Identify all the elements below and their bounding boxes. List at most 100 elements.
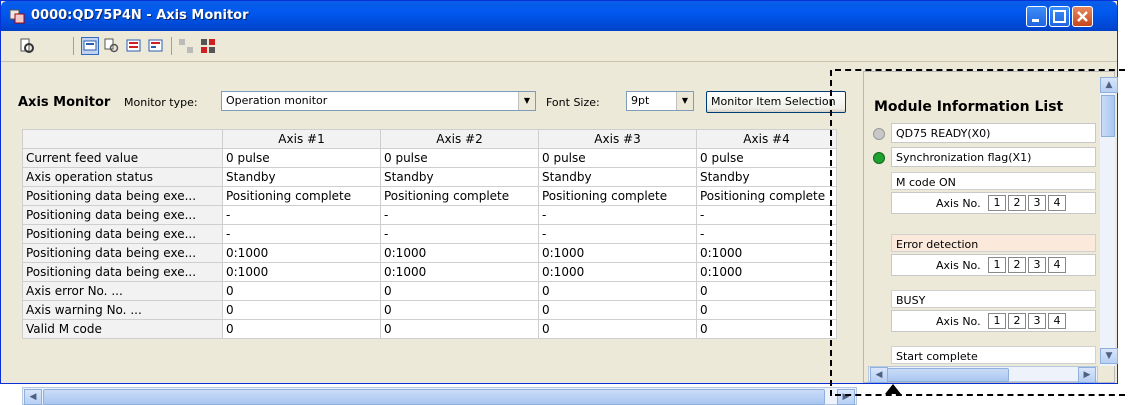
callout-arrow-icon bbox=[885, 384, 901, 394]
maximize-icon bbox=[1053, 10, 1066, 23]
side-vertical-scrollbar[interactable]: ▲ ▼ bbox=[1100, 77, 1118, 366]
row-header-cell: Positioning data being exe... bbox=[22, 224, 223, 244]
table-cell: 0 pulse bbox=[538, 148, 697, 168]
table-cell: 0 bbox=[380, 319, 539, 339]
table-row[interactable]: Current feed value 0 pulse 0 pulse 0 pulse 0… bbox=[22, 148, 837, 168]
mcode-axis-indicator: Axis No. 1 2 3 4 bbox=[891, 192, 1096, 214]
chevron-down-icon: ▼ bbox=[518, 92, 535, 110]
axis-monitor-table: Axis #1 Axis #2 Axis #3 Axis #4 Current … bbox=[22, 129, 837, 339]
table-cell: Standby bbox=[696, 167, 837, 187]
scroll-right-icon[interactable]: ▶ bbox=[1078, 367, 1096, 383]
error-axis-indicator: Axis No. 1 2 3 4 bbox=[891, 254, 1096, 276]
side-horizontal-scrollbar[interactable]: ◀ ▶ bbox=[868, 366, 1098, 383]
table-cell: - bbox=[538, 224, 697, 244]
callout-dash-top bbox=[835, 69, 1125, 71]
axis-cell: 2 bbox=[1008, 257, 1026, 273]
chevron-down-icon: ▼ bbox=[676, 92, 693, 110]
table-cell: Standby bbox=[222, 167, 381, 187]
font-size-label: Font Size: bbox=[546, 96, 600, 109]
axis-cell: 1 bbox=[988, 257, 1006, 273]
app-icon bbox=[9, 9, 25, 24]
side-scroll-thumb[interactable] bbox=[1101, 95, 1115, 137]
table-row[interactable]: Positioning data being exe... - - - - bbox=[22, 224, 837, 244]
table-cell: 0 bbox=[380, 281, 539, 301]
table-row[interactable]: Positioning data being exe... 0:1000 0:100… bbox=[22, 243, 837, 263]
toolbar bbox=[1, 31, 1117, 62]
row-header-cell: Valid M code bbox=[22, 319, 223, 339]
table-cell: 0 bbox=[380, 300, 539, 320]
scroll-down-icon[interactable]: ▼ bbox=[1100, 348, 1118, 364]
table-row[interactable]: Positioning data being exe... 0:1000 0:100… bbox=[22, 262, 837, 282]
table-cell: Positioning complete bbox=[222, 186, 381, 206]
axis-no-label: Axis No. bbox=[936, 315, 981, 328]
monitor-type-value: Operation monitor bbox=[226, 94, 328, 107]
scroll-right-icon[interactable]: ▶ bbox=[837, 389, 855, 405]
row-header-cell: Positioning data being exe... bbox=[22, 205, 223, 225]
minimize-icon bbox=[1032, 19, 1039, 22]
grid-alarm-icon[interactable] bbox=[199, 37, 217, 55]
table-row[interactable]: Axis warning No. ... 0 0 0 0 bbox=[22, 300, 837, 320]
table-cell: 0:1000 bbox=[696, 243, 837, 263]
table-cell: 0 bbox=[222, 300, 381, 320]
axis-no-label: Axis No. bbox=[936, 259, 981, 272]
close-button[interactable] bbox=[1072, 6, 1093, 27]
start-complete-label: Start complete bbox=[891, 346, 1096, 364]
error-list-icon[interactable] bbox=[125, 37, 143, 55]
table-cell: - bbox=[538, 205, 697, 225]
callout-dash-left bbox=[830, 70, 832, 396]
side-h-scroll-thumb[interactable] bbox=[887, 368, 1009, 382]
table-row[interactable]: Positioning data being exe... - - - - bbox=[22, 205, 837, 225]
table-cell: 0:1000 bbox=[222, 262, 381, 282]
table-cell: 0:1000 bbox=[696, 262, 837, 282]
table-cell: - bbox=[696, 224, 837, 244]
monitor-item-selection-button[interactable]: Monitor Item Selection bbox=[706, 91, 846, 113]
history-list-icon[interactable] bbox=[147, 37, 165, 55]
table-cell: 0 bbox=[696, 300, 837, 320]
table-row[interactable]: Valid M code 0 0 0 0 bbox=[22, 319, 837, 339]
table-cell: 0 bbox=[222, 319, 381, 339]
table-cell: 0 bbox=[222, 281, 381, 301]
table-cell: Positioning complete bbox=[380, 186, 539, 206]
table-cell: Positioning complete bbox=[538, 186, 697, 206]
monitor-view-icon bbox=[83, 40, 97, 51]
axis-cell: 1 bbox=[988, 195, 1006, 211]
table-row[interactable]: Axis error No. ... 0 0 0 0 bbox=[22, 281, 837, 301]
table-cell: 0:1000 bbox=[538, 262, 697, 282]
axis-cell: 3 bbox=[1028, 195, 1046, 211]
column-header: Axis #4 bbox=[696, 129, 837, 149]
axis-cell: 3 bbox=[1028, 257, 1046, 273]
table-cell: 0 pulse bbox=[696, 148, 837, 168]
table-cell: - bbox=[222, 205, 381, 225]
axis-cell: 4 bbox=[1048, 257, 1066, 273]
maximize-button[interactable] bbox=[1049, 6, 1070, 27]
font-size-select[interactable]: 9pt ▼ bbox=[626, 91, 694, 111]
table-row[interactable]: Axis operation status Standby Standby Stand… bbox=[22, 167, 837, 187]
axis-cell: 4 bbox=[1048, 195, 1066, 211]
ready-status-field: QD75 READY(X0) bbox=[891, 123, 1096, 143]
search-detail-icon[interactable] bbox=[103, 37, 121, 55]
mcode-on-label: M code ON bbox=[891, 172, 1096, 190]
table-cell: 0 bbox=[696, 281, 837, 301]
table-cell: 0:1000 bbox=[538, 243, 697, 263]
row-header-cell: Axis operation status bbox=[22, 167, 223, 187]
axis-cell: 4 bbox=[1048, 313, 1066, 329]
axis-cell: 1 bbox=[988, 313, 1006, 329]
scroll-up-icon[interactable]: ▲ bbox=[1100, 77, 1118, 93]
find-icon[interactable] bbox=[18, 37, 36, 55]
column-header bbox=[22, 129, 223, 149]
row-header-cell: Positioning data being exe... bbox=[22, 262, 223, 282]
horizontal-scrollbar[interactable]: ◀ ▶ bbox=[22, 387, 857, 405]
monitor-view-tool[interactable] bbox=[81, 37, 99, 55]
module-info-title: Module Information List bbox=[874, 99, 1064, 115]
monitor-type-select[interactable]: Operation monitor ▼ bbox=[221, 91, 536, 111]
row-header-cell: Current feed value bbox=[22, 148, 223, 168]
scroll-left-icon[interactable]: ◀ bbox=[870, 367, 888, 383]
column-header: Axis #3 bbox=[538, 129, 697, 149]
column-header: Axis #1 bbox=[222, 129, 381, 149]
minimize-button[interactable] bbox=[1026, 6, 1047, 27]
scroll-thumb[interactable] bbox=[43, 389, 825, 405]
row-header-cell: Axis error No. ... bbox=[22, 281, 223, 301]
table-row[interactable]: Positioning data being exe... Positioning… bbox=[22, 186, 837, 206]
scroll-left-icon[interactable]: ◀ bbox=[24, 389, 42, 405]
window-title: 0000:QD75P4N - Axis Monitor bbox=[31, 8, 249, 23]
